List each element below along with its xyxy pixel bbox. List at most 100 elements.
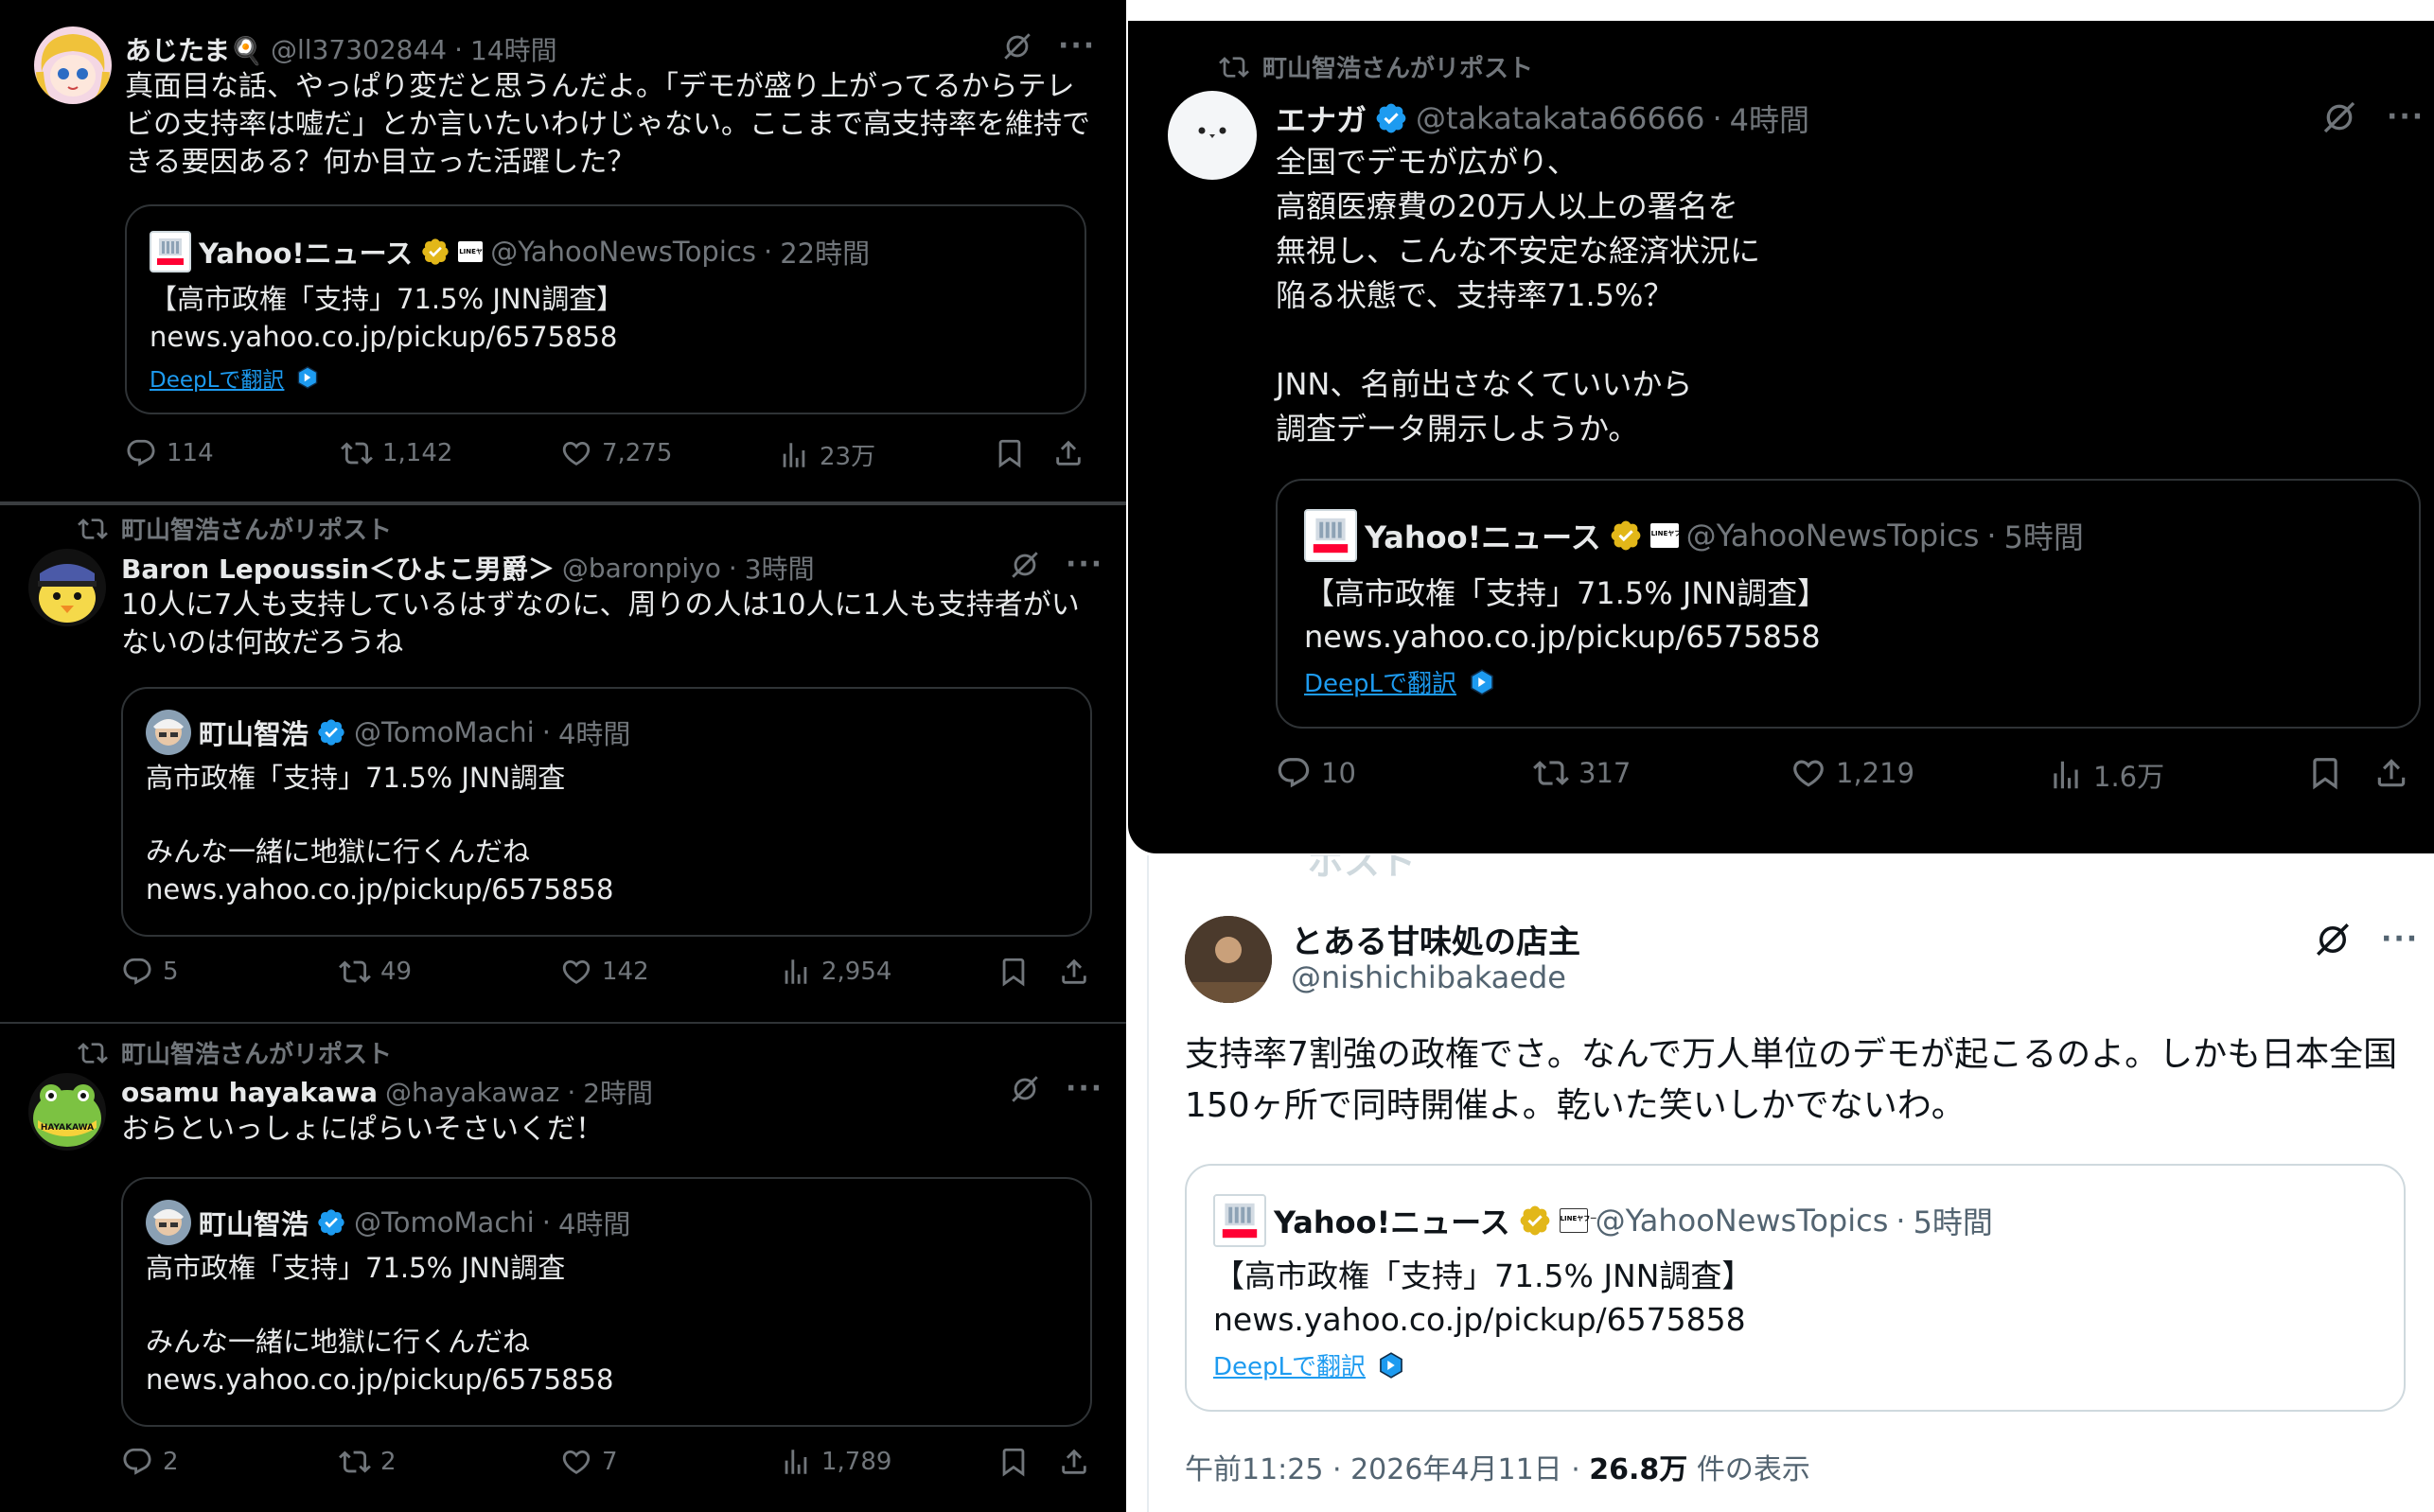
author-handle[interactable]: @nishichibakaede bbox=[1291, 959, 1566, 995]
reply-button[interactable]: 2 bbox=[121, 1446, 179, 1478]
quote-time[interactable]: 4時間 bbox=[558, 1203, 630, 1242]
repost-label[interactable]: 町山智浩さんがリポスト bbox=[121, 511, 392, 546]
deepl-icon bbox=[295, 365, 320, 390]
post-time[interactable]: 3時間 bbox=[745, 549, 815, 587]
more-icon[interactable]: ··· bbox=[2387, 103, 2425, 132]
avatar[interactable] bbox=[28, 549, 106, 626]
quote-link[interactable]: news.yahoo.co.jp/pickup/6575858 bbox=[1304, 615, 1821, 659]
views-button[interactable]: 1.6万 bbox=[2048, 755, 2164, 795]
avatar[interactable]: HAYAKAWA bbox=[28, 1073, 106, 1151]
author-handle[interactable]: @hayakawaz bbox=[385, 1077, 559, 1108]
repost-button[interactable]: 317 bbox=[1533, 755, 1631, 791]
share-button[interactable] bbox=[2373, 755, 2409, 791]
quote-time[interactable]: 5時間 bbox=[2004, 514, 2084, 557]
repost-label[interactable]: 町山智浩さんがリポスト bbox=[121, 1035, 392, 1070]
avatar[interactable] bbox=[34, 26, 112, 104]
grok-icon[interactable] bbox=[1009, 549, 1041, 581]
quoted-post[interactable]: Yahoo!ニュース LINEヤフー @YahooNewsTopics · 5時… bbox=[1185, 1164, 2406, 1412]
quote-author-handle[interactable]: @YahooNewsTopics bbox=[1596, 1203, 1889, 1239]
author-name[interactable]: Baron Lepoussin＜ひよこ男爵＞ bbox=[121, 549, 555, 587]
grok-icon[interactable] bbox=[1001, 30, 1033, 62]
like-button[interactable]: 7 bbox=[560, 1446, 618, 1478]
author-name[interactable]: エナガ bbox=[1276, 97, 1367, 140]
avatar[interactable] bbox=[1168, 91, 1257, 180]
repost-count: 2 bbox=[380, 1448, 397, 1476]
repost-button[interactable]: 49 bbox=[339, 956, 412, 988]
author-handle[interactable]: @baronpiyo bbox=[562, 553, 721, 584]
quote-author-handle[interactable]: @TomoMachi bbox=[354, 716, 535, 748]
quoted-post[interactable]: Yahoo!ニュース LINEヤフー @YahooNewsTopics · 5時… bbox=[1276, 479, 2421, 729]
quote-time[interactable]: 4時間 bbox=[558, 712, 630, 752]
post-time[interactable]: 2時間 bbox=[583, 1073, 653, 1111]
bookmark-button[interactable] bbox=[997, 1446, 1030, 1478]
grok-icon[interactable] bbox=[2313, 920, 2353, 959]
quote-author-handle[interactable]: @YahooNewsTopics bbox=[1686, 518, 1980, 554]
bookmark-button[interactable] bbox=[994, 437, 1026, 469]
share-button[interactable] bbox=[1052, 437, 1085, 469]
author-handle[interactable]: @takatakata66666 bbox=[1416, 100, 1704, 136]
avatar[interactable] bbox=[1185, 916, 1272, 1003]
reply-button[interactable]: 10 bbox=[1276, 755, 1356, 791]
quote-author-name[interactable]: Yahoo!ニュース bbox=[199, 232, 413, 272]
more-icon[interactable]: ··· bbox=[2381, 925, 2419, 954]
repost-icon bbox=[341, 437, 373, 469]
quote-author-name[interactable]: 町山智浩 bbox=[199, 712, 309, 752]
quote-time[interactable]: 5時間 bbox=[1914, 1199, 1993, 1242]
like-button[interactable]: 1,219 bbox=[1790, 755, 1914, 791]
grok-icon[interactable] bbox=[2320, 98, 2358, 136]
like-button[interactable]: 7,275 bbox=[560, 437, 672, 469]
bookmark-icon bbox=[2307, 755, 2343, 791]
repost-button[interactable]: 2 bbox=[339, 1446, 397, 1478]
post-time[interactable]: 14時間 bbox=[470, 30, 557, 68]
post-4[interactable]: 町山智浩さんがリポスト エナガ @takatakata66666 · 4時間 ·… bbox=[1128, 21, 2434, 853]
deepl-translate-link[interactable]: DeepLで翻訳 bbox=[150, 361, 284, 394]
reply-button[interactable]: 5 bbox=[121, 956, 179, 988]
quoted-post[interactable]: Yahoo!ニュース LINEヤフー @YahooNewsTopics · 22… bbox=[125, 204, 1086, 414]
share-button[interactable] bbox=[1058, 1446, 1090, 1478]
share-button[interactable] bbox=[1058, 956, 1090, 988]
repost-label[interactable]: 町山智浩さんがリポスト bbox=[1262, 49, 1533, 84]
post-date[interactable]: 午前11:25 · 2026年4月11日 · bbox=[1185, 1453, 1589, 1486]
reply-button[interactable]: 114 bbox=[125, 437, 214, 469]
quote-link[interactable]: news.yahoo.co.jp/pickup/6575858 bbox=[1213, 1298, 1746, 1342]
author-handle[interactable]: @ll37302844 bbox=[271, 34, 447, 65]
deepl-translate-link[interactable]: DeepLで翻訳 bbox=[1213, 1347, 1366, 1382]
author-name[interactable]: あじたま🍳 bbox=[125, 30, 263, 68]
quote-author-name[interactable]: Yahoo!ニュース bbox=[1365, 514, 1601, 557]
views-button[interactable]: 23万 bbox=[778, 437, 875, 472]
repost-button[interactable]: 1,142 bbox=[341, 437, 452, 469]
quote-link[interactable]: news.yahoo.co.jp/pickup/6575858 bbox=[146, 1361, 613, 1398]
quote-author-handle[interactable]: @YahooNewsTopics bbox=[490, 236, 756, 268]
like-icon bbox=[560, 437, 592, 469]
more-icon[interactable]: ··· bbox=[1058, 32, 1096, 61]
quote-link[interactable]: news.yahoo.co.jp/pickup/6575858 bbox=[150, 318, 617, 356]
post-3[interactable]: 町山智浩さんがリポスト HAYAKAWA osamu hayakawa @hay… bbox=[0, 1024, 1126, 1512]
quote-time[interactable]: 22時間 bbox=[780, 232, 870, 272]
quoted-post[interactable]: 町山智浩 @TomoMachi · 4時間 高市政権「支持」71.5% JNN調… bbox=[121, 687, 1092, 937]
like-button[interactable]: 142 bbox=[560, 956, 649, 988]
quote-author-name[interactable]: Yahoo!ニュース bbox=[1274, 1199, 1510, 1242]
views-button[interactable]: 2,954 bbox=[780, 956, 891, 988]
author-name[interactable]: とある甘味処の店主 bbox=[1291, 916, 1580, 962]
like-count: 7 bbox=[602, 1448, 618, 1476]
post-2[interactable]: 町山智浩さんがリポスト Baron Lepoussin＜ひよこ男爵＞ @baro… bbox=[0, 505, 1126, 1022]
deepl-icon bbox=[1377, 1351, 1405, 1380]
post-timestamp[interactable]: 午前11:25 · 2026年4月11日 · 26.8万 件の表示 bbox=[1185, 1446, 1810, 1487]
views-button[interactable]: 1,789 bbox=[780, 1446, 891, 1478]
post-1[interactable]: あじたま🍳 @ll37302844 · 14時間 ··· 真面目な話、やっぱり変… bbox=[0, 0, 1126, 501]
quote-link[interactable]: news.yahoo.co.jp/pickup/6575858 bbox=[146, 870, 613, 908]
bookmark-button[interactable] bbox=[2307, 755, 2343, 791]
quote-author-name[interactable]: 町山智浩 bbox=[199, 1203, 309, 1242]
quoted-post[interactable]: 町山智浩 @TomoMachi · 4時間 高市政権「支持」71.5% JNN調… bbox=[121, 1177, 1092, 1427]
post-text: 全国でデモが広がり、 高額医療費の20万人以上の署名を 無視し、こんな不安定な経… bbox=[1276, 144, 1761, 447]
grok-icon[interactable] bbox=[1009, 1073, 1041, 1105]
post-time[interactable]: 4時間 bbox=[1730, 97, 1809, 140]
post-5[interactable]: とある甘味処の店主 @nishichibakaede ··· 支持率7割強の政権… bbox=[1149, 855, 2434, 1512]
bookmark-button[interactable] bbox=[997, 956, 1030, 988]
more-icon[interactable]: ··· bbox=[1066, 1075, 1103, 1103]
author-name[interactable]: osamu hayakawa bbox=[121, 1077, 378, 1108]
more-icon[interactable]: ··· bbox=[1066, 551, 1103, 579]
reply-icon bbox=[121, 1446, 153, 1478]
quote-author-handle[interactable]: @TomoMachi bbox=[354, 1206, 535, 1239]
deepl-translate-link[interactable]: DeepLで翻訳 bbox=[1304, 664, 1456, 699]
